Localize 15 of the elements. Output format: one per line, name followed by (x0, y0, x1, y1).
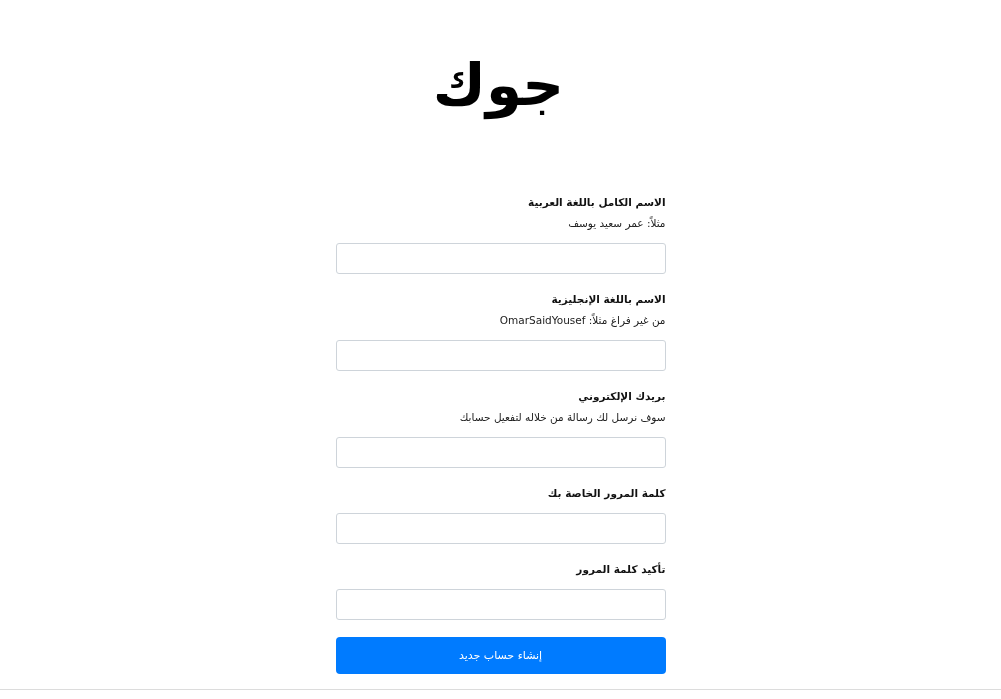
input-field[interactable] (335, 589, 666, 620)
field-label: بريدك الإلكتروني (578, 389, 666, 405)
input-field[interactable] (335, 513, 666, 544)
input-field[interactable] (335, 243, 666, 274)
field-hint: من غير فراغ مثلاً: OmarSaidYousef (499, 312, 666, 329)
input-field[interactable] (335, 340, 666, 371)
field-label: كلمة المرور الخاصة بك (547, 486, 666, 502)
logo: جوك (432, 50, 565, 122)
field-label: تأكيد كلمة المرور (576, 561, 666, 578)
field-label: الاسم الكامل باللغة العربية (528, 195, 666, 211)
field-hint: مثلاً: عمر سعيد يوسف (568, 215, 666, 232)
field-label: الاسم باللغة الإنجليزية (551, 292, 666, 308)
submit-button[interactable]: إنشاء حساب جديد (335, 637, 666, 674)
field-hint: سوف نرسل لك رسالة من خلاله لتفعيل حسابك (459, 410, 666, 426)
input-field[interactable] (335, 437, 666, 468)
